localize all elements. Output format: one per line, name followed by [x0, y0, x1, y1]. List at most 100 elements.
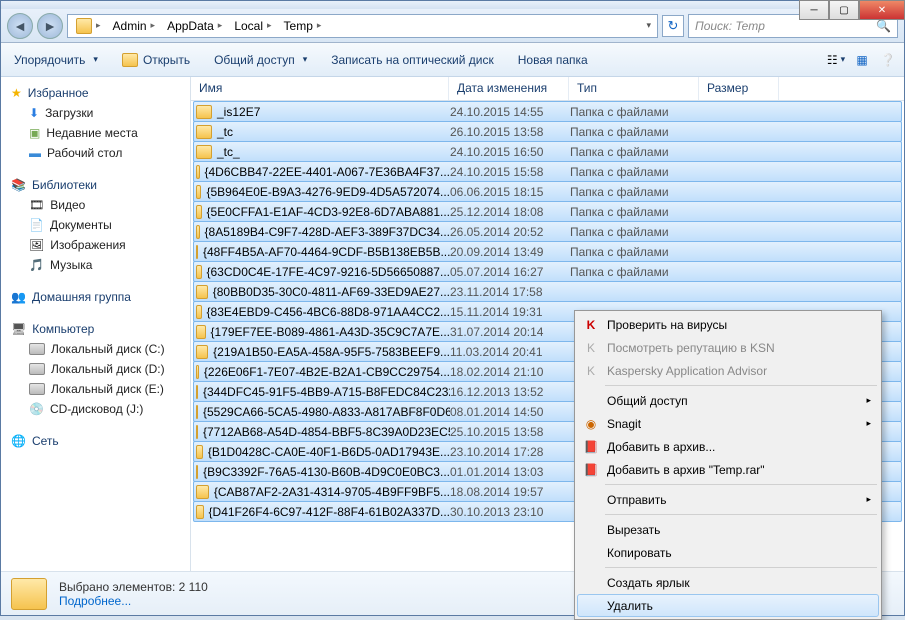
open-button[interactable]: Открыть [117, 50, 195, 70]
forward-button[interactable]: ► [37, 13, 63, 39]
burn-button[interactable]: Записать на оптический диск [326, 50, 499, 70]
file-name: {CAB87AF2-2A31-4314-9705-4B9FF9BF5... [214, 485, 450, 499]
file-name: {219A1B50-EA5A-458A-95F5-7583BEEF9... [213, 345, 450, 359]
file-type: Папка с файлами [570, 225, 700, 239]
folder-icon [76, 18, 92, 34]
column-headers: Имя Дата изменения Тип Размер [191, 77, 904, 101]
sidebar-downloads[interactable]: ⬇Загрузки [1, 103, 190, 123]
homegroup-icon: 👥 [11, 290, 26, 304]
table-row[interactable]: _is12E724.10.2015 14:55Папка с файлами [193, 101, 902, 122]
table-row[interactable]: {48FF4B5A-AF70-4464-9CDF-B5B138EB5B...20… [193, 241, 902, 262]
drive-icon [29, 343, 45, 355]
sidebar-video[interactable]: 🎞Видео [1, 195, 190, 215]
crumb-temp[interactable]: Temp ▸ [278, 17, 328, 35]
folder-icon [196, 385, 198, 399]
table-row[interactable]: {5B964E0E-B9A3-4276-9ED9-4D5A572074...06… [193, 181, 902, 202]
col-date[interactable]: Дата изменения [449, 77, 569, 100]
sidebar-desktop[interactable]: ▬Рабочий стол [1, 143, 190, 163]
cm-cut[interactable]: Вырезать [577, 518, 879, 541]
libraries-header[interactable]: 📚Библиотеки [1, 175, 190, 195]
minimize-button[interactable]: ─ [799, 0, 829, 20]
folder-icon [196, 405, 198, 419]
cm-ksn[interactable]: KПосмотреть репутацию в KSN [577, 336, 879, 359]
sidebar-drive-j[interactable]: 💿CD-дисковод (J:) [1, 399, 190, 419]
file-name: _tc_ [217, 145, 240, 159]
organize-button[interactable]: Упорядочить [9, 50, 103, 70]
sidebar-drive-e[interactable]: Локальный диск (E:) [1, 379, 190, 399]
kaspersky-icon: K [583, 340, 599, 356]
drive-icon [29, 383, 45, 395]
folder-icon [196, 205, 202, 219]
open-icon [122, 53, 138, 67]
table-row[interactable]: _tc26.10.2015 13:58Папка с файлами [193, 121, 902, 142]
col-name[interactable]: Имя [191, 77, 449, 100]
file-name: _is12E7 [217, 105, 260, 119]
cm-snagit[interactable]: ◉Snagit▸ [577, 412, 879, 435]
close-button[interactable]: ✕ [859, 0, 905, 20]
homegroup-header[interactable]: 👥Домашняя группа [1, 287, 190, 307]
cm-send[interactable]: Отправить▸ [577, 488, 879, 511]
file-date: 18.08.2014 19:57 [450, 485, 570, 499]
sidebar-documents[interactable]: 📄Документы [1, 215, 190, 235]
col-type[interactable]: Тип [569, 77, 699, 100]
sidebar: ★Избранное ⬇Загрузки ▣Недавние места ▬Ра… [1, 77, 191, 571]
cm-scan-virus[interactable]: KПроверить на вирусы [577, 313, 879, 336]
preview-pane-button[interactable]: ▦ [854, 52, 870, 68]
music-icon: 🎵 [29, 258, 44, 272]
table-row[interactable]: {80BB0D35-30C0-4811-AF69-33ED9AE27...23.… [193, 281, 902, 302]
favorites-header[interactable]: ★Избранное [1, 83, 190, 103]
folder-icon [196, 265, 202, 279]
table-row[interactable]: {5E0CFFA1-E1AF-4CD3-92E8-6D7ABA881...25.… [193, 201, 902, 222]
table-row[interactable]: _tc_24.10.2015 16:50Папка с файлами [193, 141, 902, 162]
sidebar-music[interactable]: 🎵Музыка [1, 255, 190, 275]
doc-icon: 📄 [29, 218, 44, 232]
status-more-link[interactable]: Подробнее... [59, 594, 208, 608]
file-date: 23.11.2014 17:58 [450, 285, 570, 299]
back-button[interactable]: ◄ [7, 13, 33, 39]
sidebar-recent[interactable]: ▣Недавние места [1, 123, 190, 143]
sidebar-drive-c[interactable]: Локальный диск (C:) [1, 339, 190, 359]
refresh-button[interactable]: ↻ [662, 15, 684, 37]
cd-icon: 💿 [29, 402, 44, 416]
share-button[interactable]: Общий доступ [209, 50, 312, 70]
cm-kaa[interactable]: KKaspersky Application Advisor [577, 359, 879, 382]
folder-icon [196, 485, 209, 499]
cm-shortcut[interactable]: Создать ярлык [577, 571, 879, 594]
table-row[interactable]: {63CD0C4E-17FE-4C97-9216-5D56650887...05… [193, 261, 902, 282]
crumb-admin[interactable]: Admin ▸ [107, 17, 162, 35]
file-name: {5529CA66-5CA5-4980-A833-A817ABF8F0D6} [203, 405, 450, 419]
sidebar-pictures[interactable]: 🖼Изображения [1, 235, 190, 255]
network-header[interactable]: 🌐Сеть [1, 431, 190, 451]
crumb-local[interactable]: Local ▸ [228, 17, 277, 35]
file-date: 16.12.2013 13:52 [450, 385, 570, 399]
cm-archive-temp[interactable]: 📕Добавить в архив "Temp.rar" [577, 458, 879, 481]
winrar-icon: 📕 [583, 462, 599, 478]
file-name: {4D6CBB47-22EE-4401-A067-7E36BA4F37... [205, 165, 451, 179]
file-type: Папка с файлами [570, 165, 700, 179]
drive-icon [29, 363, 45, 375]
file-name: {179EF7EE-B089-4861-A43D-35C9C7A7E... [211, 325, 450, 339]
file-date: 26.05.2014 20:52 [450, 225, 570, 239]
folder-icon [196, 225, 200, 239]
sidebar-drive-d[interactable]: Локальный диск (D:) [1, 359, 190, 379]
crumb-appdata[interactable]: AppData ▸ [161, 17, 228, 35]
table-row[interactable]: {8A5189B4-C9F7-428D-AEF3-389F37DC34...26… [193, 221, 902, 242]
view-button[interactable]: ☷ [828, 52, 844, 68]
newfolder-button[interactable]: Новая папка [513, 50, 593, 70]
file-name: {344DFC45-91F5-4BB9-A715-B8FEDC84C232} [203, 385, 450, 399]
file-name: {5B964E0E-B9A3-4276-9ED9-4D5A572074... [206, 185, 450, 199]
breadcrumb[interactable]: ▸ Admin ▸ AppData ▸ Local ▸ Temp ▸ ▾ [67, 14, 658, 38]
computer-header[interactable]: 🖥Компьютер [1, 319, 190, 339]
cm-copy[interactable]: Копировать [577, 541, 879, 564]
file-date: 11.03.2014 20:41 [450, 345, 570, 359]
file-date: 24.10.2015 15:58 [450, 165, 570, 179]
cm-delete[interactable]: Удалить [577, 594, 879, 617]
cm-share[interactable]: Общий доступ▸ [577, 389, 879, 412]
cm-archive[interactable]: 📕Добавить в архив... [577, 435, 879, 458]
table-row[interactable]: {4D6CBB47-22EE-4401-A067-7E36BA4F37...24… [193, 161, 902, 182]
file-date: 23.10.2014 17:28 [450, 445, 570, 459]
file-name: {7712AB68-A54D-4854-BBF5-8C39A0D23EC5} [203, 425, 450, 439]
maximize-button[interactable]: ▢ [829, 0, 859, 20]
help-button[interactable]: ❔ [880, 52, 896, 68]
col-size[interactable]: Размер [699, 77, 779, 100]
